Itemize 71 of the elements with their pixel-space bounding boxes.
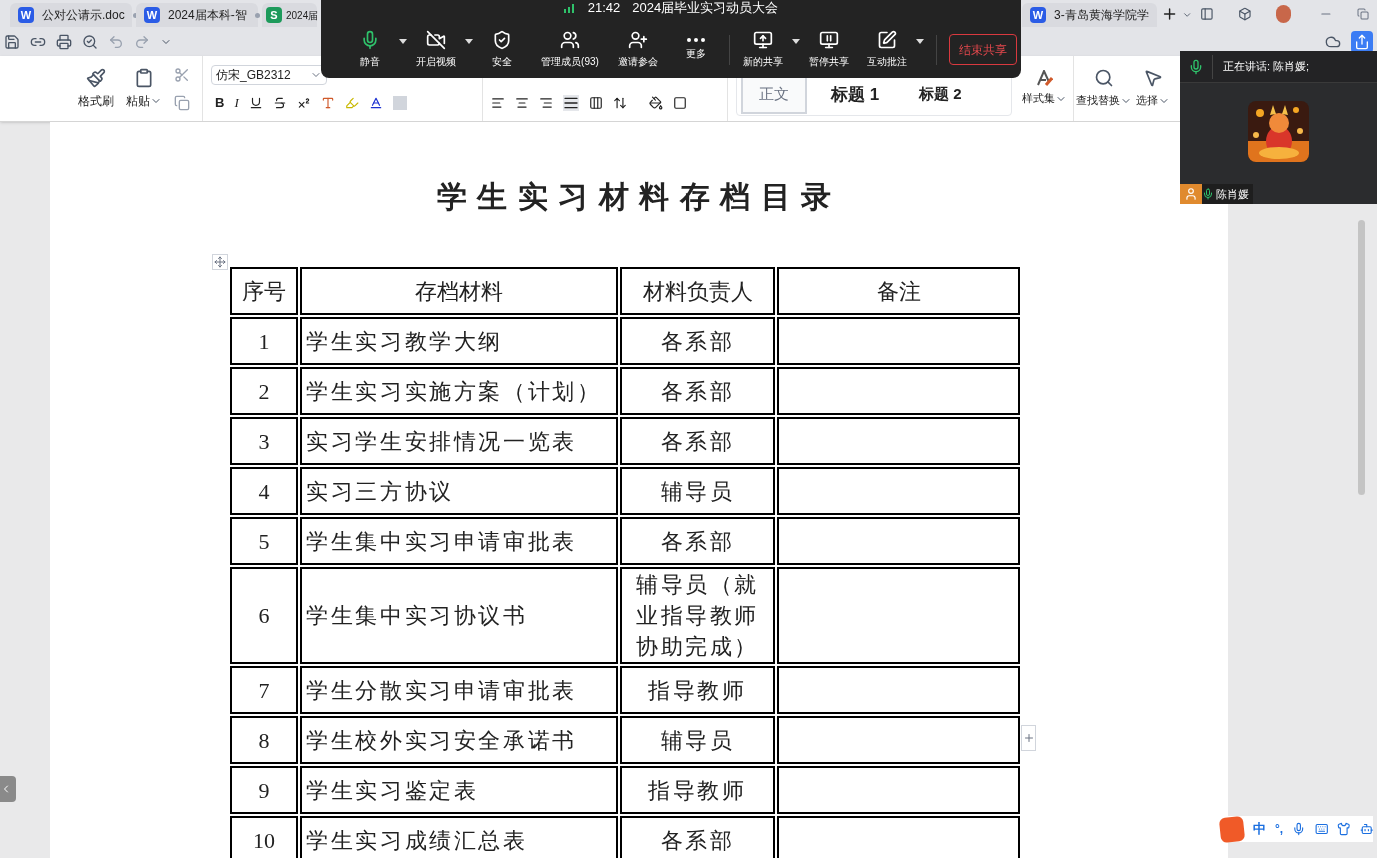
punctuation-mode: °, [1275, 821, 1284, 838]
column-header: 备注 [777, 267, 1020, 315]
name-tag: 陈肖媛 [1202, 184, 1253, 204]
italic-button[interactable]: I [234, 92, 239, 113]
column-header: 序号 [230, 267, 298, 315]
ribbon-button[interactable]: 格式刷 [78, 67, 114, 110]
meeting-title: 2024届毕业实习动员大会 [632, 1, 779, 15]
document-tab[interactable]: W 3-青岛黄海学院学 [1022, 3, 1157, 27]
style-option[interactable]: 正文 [741, 75, 807, 114]
table-cell: 指导教师 [620, 666, 775, 714]
end-share-button[interactable]: 结束共享 [949, 34, 1017, 65]
style-option[interactable]: 标题 2 [903, 77, 978, 112]
meeting-time: 21:42 [587, 1, 621, 15]
app-badge: W [18, 7, 34, 23]
speaker-status: 正在讲话: 陈肖媛; [1223, 59, 1310, 75]
table-cell: 实习学生安排情况一览表 [300, 417, 618, 465]
column-header: 存档材料 [300, 267, 618, 315]
document-title: 学生实习材料存档目录 [436, 179, 842, 215]
table-cell: 各系部 [620, 317, 775, 365]
tab-title: 公对公请示.doc [42, 7, 125, 24]
meeting-button[interactable]: 更多 [667, 38, 725, 61]
table-cell: 学生集中实习申请审批表 [300, 517, 618, 565]
meeting-button[interactable]: 邀请参会 [609, 30, 667, 69]
table-cell: 辅导员（就业指导教师协助完成） [620, 567, 775, 664]
table-cell: 学生校外实习安全承诺书 [300, 716, 618, 764]
column-header: 材料负责人 [620, 267, 775, 315]
table-cell: 6 [230, 567, 298, 664]
table-cell: 学生实习教学大纲 [300, 317, 618, 365]
table-cell: 1 [230, 317, 298, 365]
app-badge: W [1030, 7, 1046, 23]
app-badge: S [266, 7, 282, 23]
style-option[interactable]: 标题 1 [815, 75, 896, 114]
table-cell: 学生分散实习申请审批表 [300, 666, 618, 714]
table-cell: 10 [230, 816, 298, 858]
table-cell: 实习三方协议 [300, 467, 618, 515]
meeting-button[interactable]: 管理成员(93) [531, 30, 609, 69]
document-tab[interactable]: W 2024届本科-智 [136, 3, 258, 27]
table-cell: 各系部 [620, 367, 775, 415]
table-cell: 3 [230, 417, 298, 465]
meeting-button[interactable]: 互动批注 [858, 30, 916, 69]
ribbon-button[interactable]: 粘贴 [126, 67, 162, 110]
table-cell: 8 [230, 716, 298, 764]
table-cell: 5 [230, 517, 298, 565]
meeting-button[interactable]: 暂停共享 [800, 30, 858, 69]
table-cell: 各系部 [620, 816, 775, 858]
table-cell: 学生实习成绩汇总表 [300, 816, 618, 858]
table-cell: 辅导员 [620, 467, 775, 515]
table-cell: 9 [230, 766, 298, 814]
ribbon-button[interactable]: 选择 [1134, 56, 1172, 121]
input-mode: 中 [1253, 820, 1267, 839]
tab-title: 2024届 [286, 8, 319, 23]
ribbon-button[interactable]: 查找替换 [1074, 56, 1134, 121]
meeting-button[interactable]: 安全 [473, 30, 531, 69]
table-cell: 辅导员 [620, 716, 775, 764]
document-tab[interactable]: S 2024届 [262, 3, 317, 27]
table-cell: 学生集中实习协议书 [300, 567, 618, 664]
table-cell: 4 [230, 467, 298, 515]
table-cell: 学生实习鉴定表 [300, 766, 618, 814]
tab-title: 2024届本科-智 [168, 7, 247, 24]
table-cell: 7 [230, 666, 298, 714]
bold-button[interactable]: B [215, 92, 225, 113]
table-cell: 各系部 [620, 417, 775, 465]
table-cell: 学生实习实施方案（计划） [300, 367, 618, 415]
app-badge: W [144, 7, 160, 23]
table-cell: 指导教师 [620, 766, 775, 814]
table-cell: 2 [230, 367, 298, 415]
tab-title: 3-青岛黄海学院学 [1054, 7, 1149, 24]
table-cell: 各系部 [620, 517, 775, 565]
meeting-button[interactable]: 新的共享 [734, 30, 792, 69]
meeting-button[interactable]: 开启视频 [407, 30, 465, 69]
meeting-button[interactable]: 静音 [341, 30, 399, 69]
